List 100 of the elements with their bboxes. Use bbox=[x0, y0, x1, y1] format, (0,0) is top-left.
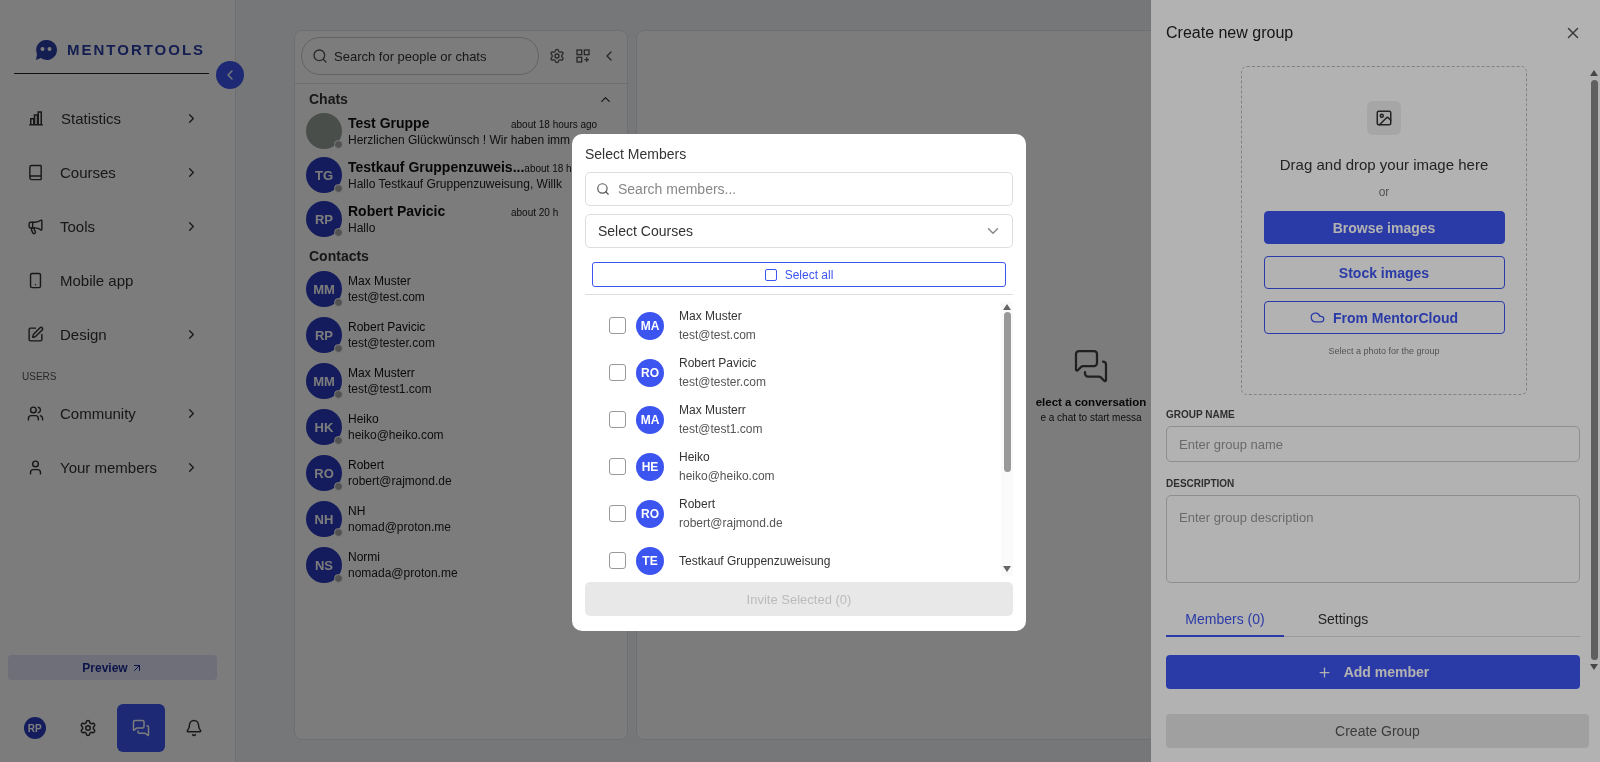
section-label: USERS bbox=[21, 370, 58, 384]
settings-icon bbox=[549, 48, 565, 64]
scrollbar[interactable] bbox=[1588, 70, 1600, 670]
member-name: Testkauf Gruppenzuweisung bbox=[679, 553, 831, 568]
checkbox[interactable] bbox=[609, 411, 626, 428]
scroll-down-arrow-icon[interactable] bbox=[1003, 566, 1011, 572]
tab[interactable]: Settings bbox=[1284, 603, 1402, 637]
section-header: Contacts bbox=[309, 248, 369, 264]
photo-placeholder bbox=[306, 113, 342, 149]
image-dropzone[interactable]: Drag and drop your image here or Browse images Stock images From MentorCloud Select a photo for the group bbox=[1241, 66, 1527, 395]
avatar: RO bbox=[636, 499, 664, 528]
scroll-up-arrow-icon[interactable] bbox=[1590, 70, 1598, 76]
scroll-down-arrow-icon[interactable] bbox=[1590, 664, 1598, 670]
contact-name: Robert Pavicic bbox=[348, 320, 426, 334]
field-label: GROUP NAME bbox=[1166, 409, 1236, 420]
contact-name: Robert bbox=[348, 458, 385, 472]
dropzone-text: Drag and drop your image here bbox=[1279, 156, 1489, 173]
member-name: Max Muster bbox=[679, 309, 743, 323]
avatar: MA bbox=[636, 405, 664, 434]
panel-title: Create new group bbox=[1166, 24, 1294, 42]
nav-item[interactable]: Statistics bbox=[0, 91, 235, 145]
member-name: Heiko bbox=[679, 450, 711, 464]
contact-email: test@tester.com bbox=[348, 336, 435, 350]
add-member-button[interactable]: Add member bbox=[1166, 655, 1580, 689]
avatar: TE bbox=[636, 546, 664, 575]
tab[interactable]: Members (0) bbox=[1166, 603, 1284, 637]
nav-item[interactable]: Mobile app bbox=[0, 253, 235, 307]
bar-chart-icon bbox=[27, 109, 45, 127]
nav-label: Mobile app bbox=[60, 271, 135, 289]
member-name: Max Musterr bbox=[679, 403, 747, 417]
grid-plus-button[interactable] bbox=[575, 48, 591, 64]
preview-button[interactable]: Preview bbox=[8, 655, 217, 680]
nav-item[interactable]: Community bbox=[0, 386, 235, 440]
chat-name: Test Gruppe bbox=[348, 115, 430, 131]
field-label: DESCRIPTION bbox=[1166, 478, 1236, 489]
checkbox[interactable] bbox=[609, 552, 626, 569]
upload-option-button[interactable]: Browse images bbox=[1263, 211, 1505, 244]
search-icon bbox=[596, 182, 610, 196]
status-dot bbox=[334, 390, 343, 399]
avatar: MM bbox=[306, 271, 342, 307]
chat-preview: Hallo Testkauf Gruppenzuweisung, Willk bbox=[348, 177, 562, 191]
nav-item[interactable]: Courses bbox=[0, 145, 235, 199]
member-email: test@test.com bbox=[679, 328, 756, 342]
search-field[interactable]: Search for people or chats bbox=[301, 37, 539, 75]
checkbox[interactable] bbox=[609, 317, 626, 334]
nav-label: Courses bbox=[60, 163, 117, 181]
description-field[interactable]: Enter group description bbox=[1166, 495, 1580, 583]
group-name-field[interactable]: Enter group name bbox=[1166, 426, 1580, 462]
member-email: heiko@heiko.com bbox=[679, 469, 775, 483]
chat-time: about 18 hours ago bbox=[511, 119, 599, 130]
checkbox[interactable] bbox=[609, 458, 626, 475]
book-icon bbox=[27, 163, 44, 181]
avatar: RP bbox=[306, 201, 342, 237]
contact-name: Normi bbox=[348, 550, 380, 564]
nav-item[interactable]: Tools bbox=[0, 199, 235, 253]
nav-label: Tools bbox=[60, 217, 97, 235]
chat-time: about 18 h bbox=[524, 163, 573, 174]
contact-email: test@test1.com bbox=[348, 382, 432, 396]
contact-name: Max Musterr bbox=[348, 366, 415, 380]
contact-name: Max Muster bbox=[348, 274, 411, 288]
contact-email: heiko@heiko.com bbox=[348, 428, 444, 442]
status-dot bbox=[334, 528, 343, 537]
upload-option-button[interactable]: From MentorCloud bbox=[1263, 301, 1505, 334]
nav-item[interactable]: Your members bbox=[0, 440, 235, 494]
avatar: TG bbox=[306, 157, 342, 193]
dropzone-caption: Select a photo for the group bbox=[1328, 346, 1440, 356]
select-all-button[interactable]: Select all bbox=[592, 262, 1006, 287]
empty-title: elect a conversation bbox=[1035, 395, 1147, 408]
user-avatar: RP bbox=[23, 717, 46, 739]
status-dot bbox=[334, 298, 343, 307]
member-email: test@tester.com bbox=[679, 375, 766, 389]
checkbox[interactable] bbox=[609, 364, 626, 381]
grid-plus-icon bbox=[575, 48, 591, 64]
scroll-up-arrow-icon[interactable] bbox=[1003, 304, 1011, 310]
upload-option-button[interactable]: Stock images bbox=[1263, 256, 1505, 289]
brand-name: MENTORTOOLS bbox=[67, 41, 206, 58]
courses-dropdown[interactable]: Select Courses bbox=[585, 214, 1013, 248]
nav-label: Statistics bbox=[61, 109, 122, 127]
nav-item[interactable]: Design bbox=[0, 307, 235, 361]
chat-preview: Hallo bbox=[348, 221, 376, 235]
settings-button[interactable] bbox=[549, 48, 565, 64]
bottom-nav-button[interactable] bbox=[117, 704, 166, 752]
status-dot bbox=[334, 482, 343, 491]
pen-icon bbox=[27, 325, 44, 343]
avatar: HE bbox=[636, 452, 664, 481]
cloud-icon bbox=[1309, 310, 1325, 325]
image-icon bbox=[1375, 109, 1393, 127]
avatar: RP bbox=[306, 317, 342, 353]
member-name: Robert bbox=[679, 497, 717, 511]
scrollbar[interactable] bbox=[1001, 302, 1013, 576]
megaphone-icon bbox=[27, 217, 44, 235]
contact-email: nomad@proton.me bbox=[348, 520, 451, 534]
search-icon bbox=[312, 48, 328, 64]
bottom-nav-button[interactable]: RP bbox=[10, 704, 59, 752]
search-field[interactable]: Search members... bbox=[585, 172, 1013, 206]
collapse-button[interactable] bbox=[216, 61, 244, 89]
checkbox[interactable] bbox=[609, 505, 626, 522]
bell-icon bbox=[185, 719, 204, 737]
member-email: test@test1.com bbox=[679, 422, 763, 436]
phone-icon bbox=[27, 271, 44, 289]
